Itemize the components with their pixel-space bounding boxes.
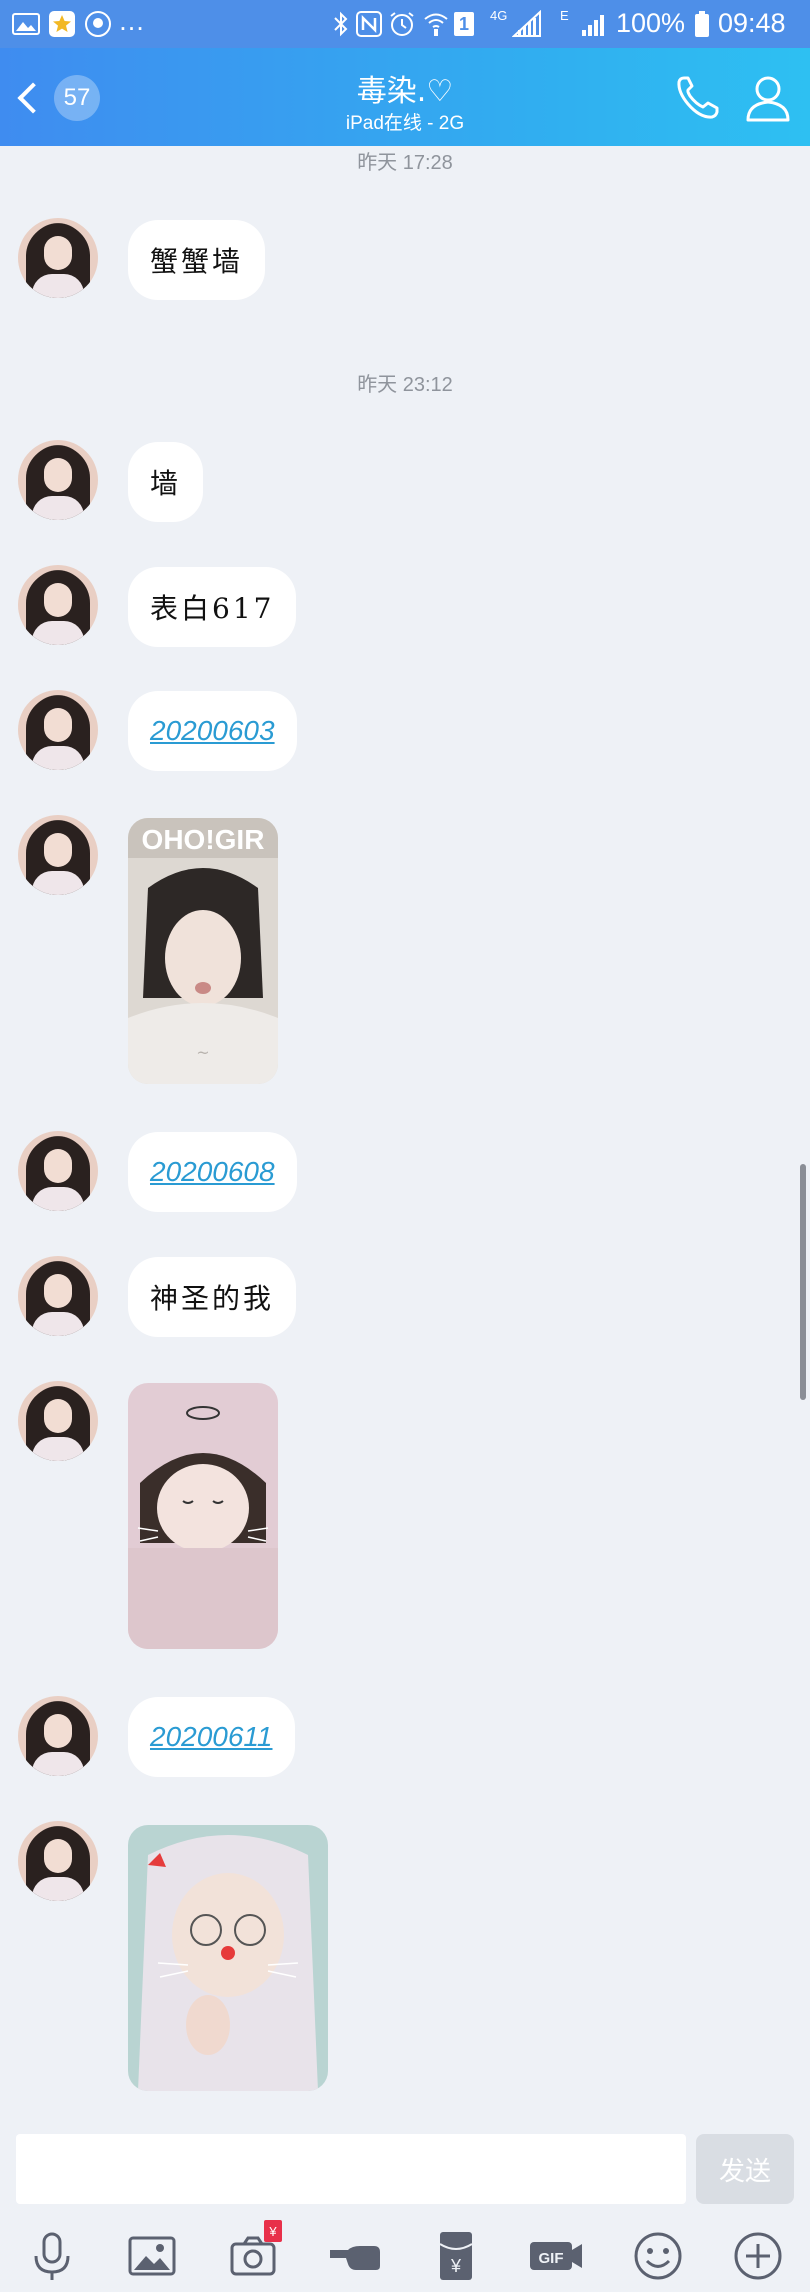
voice-icon[interactable]	[22, 2226, 82, 2286]
message-bubble-4[interactable]: 20200603	[128, 691, 297, 771]
input-bar: 发送 ¥ ¥ GIF	[0, 2124, 810, 2292]
sim-slot-badge: 1	[454, 12, 474, 36]
chat-header: 57 毒染.♡ iPad在线 - 2G	[0, 48, 810, 146]
red-packet-icon[interactable]: ¥	[426, 2226, 486, 2286]
message-bubble-3[interactable]: 表白617	[128, 567, 297, 647]
message-text: 墙	[150, 467, 182, 500]
edge-indicator-label: E	[560, 8, 569, 23]
gif-icon[interactable]: GIF	[526, 2226, 586, 2286]
message-link[interactable]: 20200608	[150, 1156, 275, 1188]
message-text: 神圣的我	[150, 1282, 275, 1315]
photo-message-3[interactable]	[128, 1825, 328, 2091]
message-link[interactable]: 20200603	[150, 715, 275, 747]
clock: 09:48	[718, 8, 786, 38]
signal-strength-icon-1	[512, 10, 541, 37]
message-input[interactable]	[16, 2134, 686, 2204]
svg-text:~: ~	[196, 1043, 209, 1062]
message-text: 表白617	[150, 592, 275, 625]
send-button[interactable]: 发送	[696, 2134, 794, 2204]
image-icon[interactable]	[122, 2226, 182, 2286]
gallery-notification-icon	[12, 13, 40, 35]
message-bubble-2[interactable]: 墙	[128, 442, 204, 522]
photo-1-image: ~	[128, 818, 278, 1084]
photo-1-caption: OHO!GIR	[141, 824, 265, 855]
sender-avatar[interactable]	[18, 1821, 98, 1901]
contact-profile-icon[interactable]	[740, 70, 796, 126]
message-text: 蟹蟹墙	[150, 245, 244, 278]
wifi-call-icon	[424, 13, 448, 36]
gif-label: GIF	[539, 2250, 564, 2267]
photo-message-1[interactable]: ~ OHO!GIR	[128, 818, 278, 1084]
sender-avatar[interactable]	[18, 565, 98, 645]
timestamp-2: 昨天 23:12	[357, 374, 453, 396]
sender-avatar[interactable]	[18, 1256, 98, 1336]
chat-app-notification-icon	[85, 11, 111, 37]
emoji-icon[interactable]	[628, 2226, 688, 2286]
phone-call-icon[interactable]	[670, 70, 726, 126]
photo-message-2[interactable]	[128, 1383, 278, 1649]
sender-avatar[interactable]	[18, 690, 98, 770]
sender-avatar[interactable]	[18, 1696, 98, 1776]
chat-scrollbar[interactable]	[800, 1164, 806, 1400]
sender-avatar[interactable]	[18, 1131, 98, 1211]
message-link[interactable]: 20200611	[150, 1721, 273, 1753]
star-app-notification-icon	[49, 11, 75, 37]
message-bubble-7[interactable]: 20200611	[128, 1697, 295, 1777]
message-bubble-5[interactable]: 20200608	[128, 1132, 297, 1212]
network-type-label: 4G	[490, 8, 508, 23]
bluetooth-icon	[334, 11, 348, 37]
battery-icon	[695, 11, 709, 37]
red-packet-symbol: ¥	[450, 2256, 462, 2276]
status-bar: … 1 4G E 100% 09:48	[0, 0, 810, 48]
sender-avatar[interactable]	[18, 815, 98, 895]
battery-percent: 100%	[616, 8, 686, 38]
camera-red-badge: ¥	[264, 2220, 282, 2242]
sender-avatar[interactable]	[18, 218, 98, 298]
photo-2-image	[128, 1383, 278, 1649]
signal-strength-icon-2	[582, 15, 604, 36]
message-bubble-1[interactable]: 蟹蟹墙	[128, 220, 266, 300]
plus-icon[interactable]	[728, 2226, 788, 2286]
sender-avatar[interactable]	[18, 1381, 98, 1461]
timestamp-1: 昨天 17:28	[357, 152, 453, 174]
poke-icon[interactable]	[326, 2226, 386, 2286]
photo-3-image	[128, 1825, 328, 2091]
message-bubble-6[interactable]: 神圣的我	[128, 1257, 297, 1337]
alarm-icon	[390, 12, 414, 36]
nfc-icon	[356, 11, 382, 37]
more-notifications-dots: …	[118, 6, 145, 36]
sender-avatar[interactable]	[18, 440, 98, 520]
